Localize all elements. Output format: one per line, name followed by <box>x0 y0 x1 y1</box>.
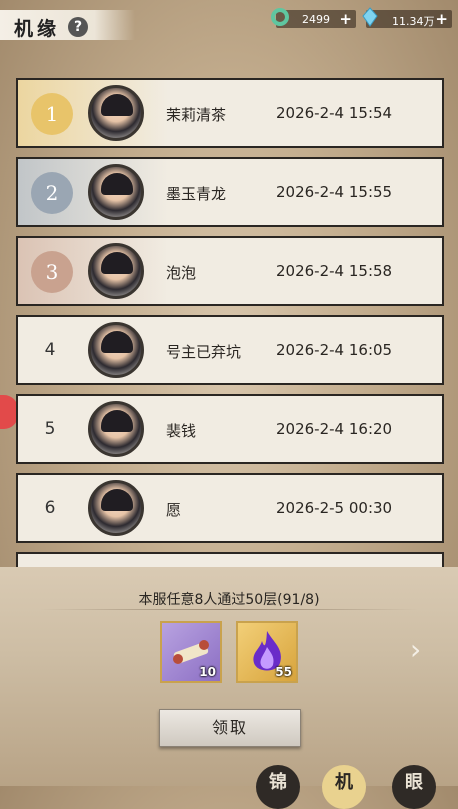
task-description: 本服任意8人通过50层(91/8) <box>138 592 320 608</box>
tab-yan[interactable]: 眼 <box>392 765 436 809</box>
rank-medal-icon: 3 <box>31 251 73 293</box>
rank-medal-icon: 1 <box>31 93 73 135</box>
claim-button[interactable]: 领取 <box>159 709 301 747</box>
clear-time: 2026-2-5 00:30 <box>276 499 393 517</box>
rank-medal-icon: 2 <box>31 172 73 214</box>
player-name: 愿 <box>166 501 182 519</box>
clear-time: 2026-2-4 15:54 <box>276 104 393 122</box>
avatar-hair <box>101 252 133 274</box>
avatar[interactable] <box>88 243 144 299</box>
jade-currency: 2499 + <box>271 8 356 28</box>
reward-count: 10 <box>199 665 216 679</box>
next-arrow-icon[interactable]: › <box>410 633 432 666</box>
avatar-hair <box>101 331 133 353</box>
tab-jin[interactable]: 锦 <box>256 765 300 809</box>
ranking-row-partial[interactable] <box>16 552 444 567</box>
avatar[interactable] <box>88 401 144 457</box>
avatar[interactable] <box>88 85 144 141</box>
player-name: 号主已弃坑 <box>166 343 242 361</box>
page-title: 机缘 <box>14 18 61 40</box>
ranking-row[interactable]: 2 墨玉青龙 2026-2-4 15:55 <box>16 157 444 227</box>
clear-time: 2026-2-4 15:55 <box>276 183 393 201</box>
player-name: 茉莉清茶 <box>166 106 227 124</box>
rank-number: 6 <box>44 498 56 518</box>
reward-slot-flame[interactable]: 55 <box>236 621 298 683</box>
ranking-list[interactable]: 1 茉莉清茶 2026-2-4 15:54 2 墨玉青龙 2026-2-4 15:55 3 泡… <box>0 70 458 567</box>
avatar-hair <box>101 489 133 511</box>
ranking-row[interactable]: 3 泡泡 2026-2-4 15:58 <box>16 236 444 306</box>
top-bar: 机缘 ? 2499 + 11.34万 + <box>0 0 458 40</box>
reward-count: 55 <box>275 665 292 679</box>
ranking-row[interactable]: 4 号主已弃坑 2026-2-4 16:05 <box>16 315 444 385</box>
crystal-currency: 11.34万 + <box>362 7 452 28</box>
player-name: 裴钱 <box>166 422 197 440</box>
add-jade-button[interactable]: + <box>339 10 352 28</box>
help-icon[interactable]: ? <box>68 17 88 37</box>
avatar[interactable] <box>88 164 144 220</box>
player-name: 墨玉青龙 <box>166 185 227 203</box>
clear-time: 2026-2-4 15:58 <box>276 262 393 280</box>
add-crystal-button[interactable]: + <box>435 10 448 28</box>
avatar[interactable] <box>88 322 144 378</box>
ranking-row[interactable]: 5 裴钱 2026-2-4 16:20 <box>16 394 444 464</box>
clear-time: 2026-2-4 16:20 <box>276 420 393 438</box>
crystal-value: 11.34万 <box>392 15 435 28</box>
crystal-icon <box>362 7 378 27</box>
ranking-row[interactable]: 1 茉莉清茶 2026-2-4 15:54 <box>16 78 444 148</box>
jade-ring-icon <box>271 8 289 26</box>
avatar-hair <box>101 173 133 195</box>
avatar[interactable] <box>88 480 144 536</box>
reward-slot-scroll[interactable]: 10 <box>160 621 222 683</box>
ranking-row[interactable]: 6 愿 2026-2-5 00:30 <box>16 473 444 543</box>
player-name: 泡泡 <box>166 264 197 282</box>
avatar-hair <box>101 94 133 116</box>
jade-value: 2499 <box>302 13 330 26</box>
reward-panel: 本服任意8人通过50层(91/8) 10 55 › 领取 锦 机 眼 <box>0 567 458 809</box>
rank-number: 5 <box>44 419 56 439</box>
tab-ji[interactable]: 机 <box>322 765 366 809</box>
divider <box>40 609 418 610</box>
avatar-hair <box>101 410 133 432</box>
clear-time: 2026-2-4 16:05 <box>276 341 393 359</box>
rank-number: 4 <box>44 340 56 360</box>
